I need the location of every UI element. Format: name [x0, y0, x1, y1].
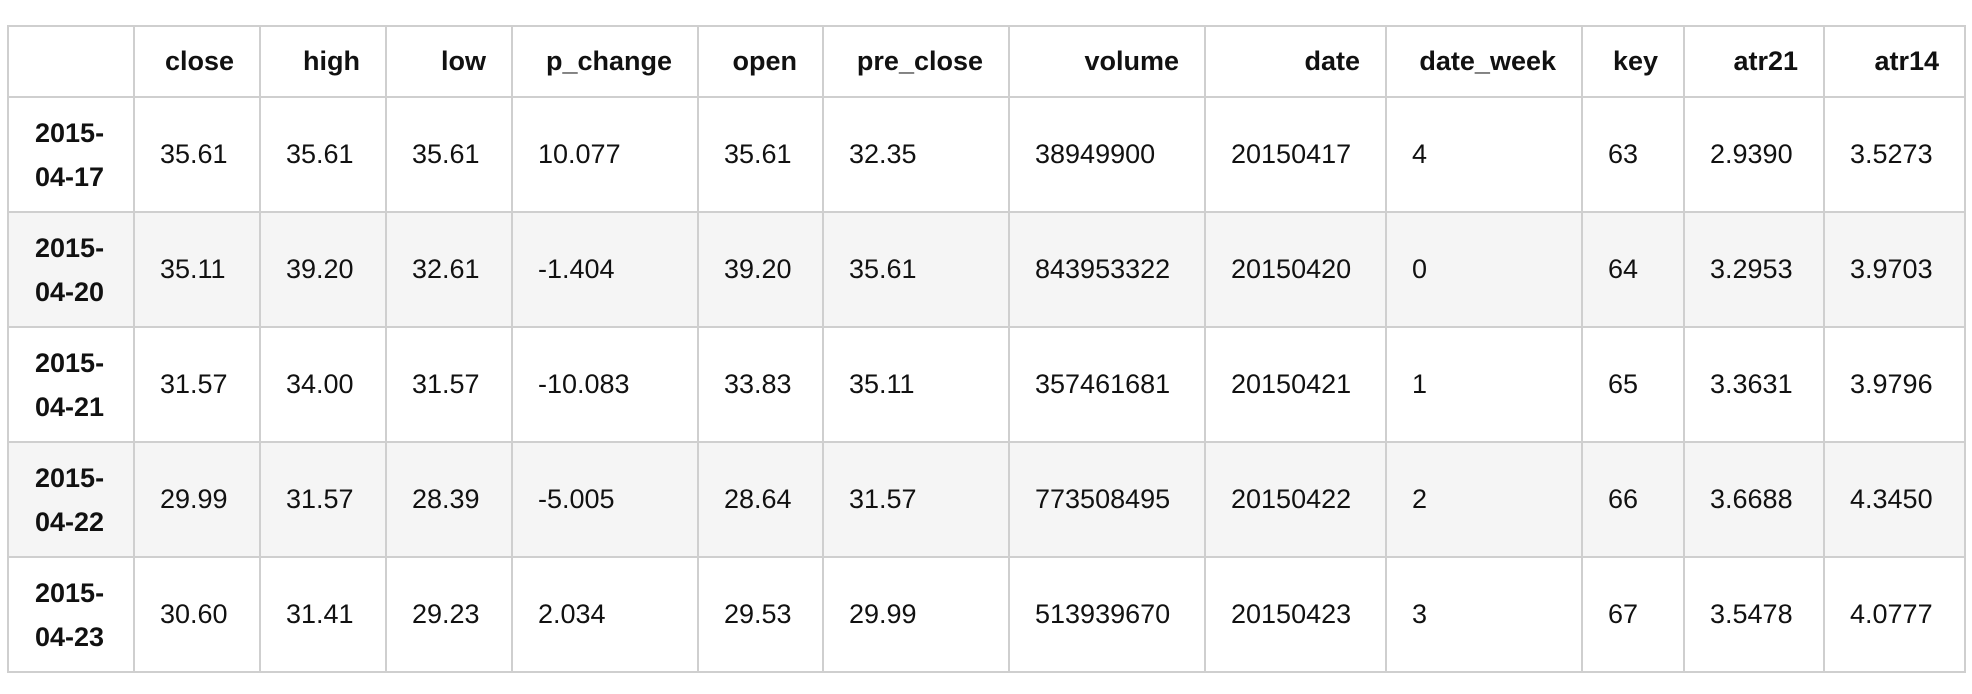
cell-volume: 843953322	[1008, 211, 1206, 328]
column-header-date-week: date_week	[1385, 25, 1583, 98]
row-index-part: 2015-	[35, 577, 105, 608]
row-index-part: 04-22	[35, 506, 105, 537]
row-index-part: 04-21	[35, 391, 105, 422]
column-header-volume: volume	[1008, 25, 1206, 98]
cell-high: 34.00	[259, 326, 387, 443]
cell-high: 31.57	[259, 441, 387, 558]
row-index-part: 2015-	[35, 117, 105, 148]
cell-atr21: 3.5478	[1683, 556, 1825, 673]
cell-p-change: 2.034	[511, 556, 699, 673]
cell-key: 65	[1581, 326, 1685, 443]
column-header-date: date	[1204, 25, 1387, 98]
cell-open: 28.64	[697, 441, 824, 558]
table-row: 2015- 04-23 30.60 31.41 29.23 2.034 29.53 29.99…	[7, 556, 1966, 673]
cell-atr14: 3.9703	[1823, 211, 1966, 328]
table-body: 2015- 04-17 35.61 35.61 35.61 10.077 35.61 32.3…	[7, 96, 1966, 673]
cell-p-change: -5.005	[511, 441, 699, 558]
cell-date-week: 3	[1385, 556, 1583, 673]
cell-open: 33.83	[697, 326, 824, 443]
column-header-p-change: p_change	[511, 25, 699, 98]
cell-low: 31.57	[385, 326, 513, 443]
cell-date: 20150417	[1204, 96, 1387, 213]
row-index: 2015- 04-21	[7, 326, 135, 443]
row-index-part: 04-20	[35, 276, 105, 307]
cell-low: 32.61	[385, 211, 513, 328]
index-header	[7, 25, 135, 98]
dataframe-table: close high low p_change open pre_close v…	[7, 25, 1966, 673]
column-header-high: high	[259, 25, 387, 98]
cell-atr14: 4.0777	[1823, 556, 1966, 673]
cell-close: 35.61	[133, 96, 261, 213]
column-header-close: close	[133, 25, 261, 98]
row-index: 2015- 04-20	[7, 211, 135, 328]
dataframe-container: close high low p_change open pre_close v…	[7, 25, 1966, 673]
table-row: 2015- 04-22 29.99 31.57 28.39 -5.005 28.64 31.5…	[7, 441, 1966, 558]
cell-atr21: 3.3631	[1683, 326, 1825, 443]
column-header-pre-close: pre_close	[822, 25, 1010, 98]
cell-volume: 38949900	[1008, 96, 1206, 213]
table-row: 2015- 04-21 31.57 34.00 31.57 -10.083 33.83 35.…	[7, 326, 1966, 443]
cell-date-week: 1	[1385, 326, 1583, 443]
cell-atr21: 3.2953	[1683, 211, 1825, 328]
cell-pre-close: 29.99	[822, 556, 1010, 673]
cell-date: 20150421	[1204, 326, 1387, 443]
cell-volume: 513939670	[1008, 556, 1206, 673]
cell-date-week: 0	[1385, 211, 1583, 328]
cell-date-week: 2	[1385, 441, 1583, 558]
cell-key: 64	[1581, 211, 1685, 328]
cell-open: 35.61	[697, 96, 824, 213]
cell-date-week: 4	[1385, 96, 1583, 213]
row-index-part: 04-23	[35, 621, 105, 652]
table-row: 2015- 04-17 35.61 35.61 35.61 10.077 35.61 32.3…	[7, 96, 1966, 213]
cell-close: 29.99	[133, 441, 261, 558]
table-row: 2015- 04-20 35.11 39.20 32.61 -1.404 39.20 35.6…	[7, 211, 1966, 328]
cell-open: 39.20	[697, 211, 824, 328]
cell-p-change: -1.404	[511, 211, 699, 328]
cell-atr21: 3.6688	[1683, 441, 1825, 558]
cell-pre-close: 35.11	[822, 326, 1010, 443]
cell-atr21: 2.9390	[1683, 96, 1825, 213]
cell-atr14: 3.5273	[1823, 96, 1966, 213]
header-row: close high low p_change open pre_close v…	[7, 25, 1966, 98]
row-index-part: 2015-	[35, 347, 105, 378]
cell-open: 29.53	[697, 556, 824, 673]
cell-p-change: -10.083	[511, 326, 699, 443]
cell-low: 28.39	[385, 441, 513, 558]
column-header-atr21: atr21	[1683, 25, 1825, 98]
cell-date: 20150420	[1204, 211, 1387, 328]
row-index: 2015- 04-22	[7, 441, 135, 558]
cell-pre-close: 32.35	[822, 96, 1010, 213]
cell-volume: 357461681	[1008, 326, 1206, 443]
column-header-open: open	[697, 25, 824, 98]
column-header-atr14: atr14	[1823, 25, 1966, 98]
cell-pre-close: 31.57	[822, 441, 1010, 558]
cell-pre-close: 35.61	[822, 211, 1010, 328]
cell-key: 63	[1581, 96, 1685, 213]
cell-date: 20150422	[1204, 441, 1387, 558]
cell-low: 29.23	[385, 556, 513, 673]
cell-atr14: 3.9796	[1823, 326, 1966, 443]
cell-p-change: 10.077	[511, 96, 699, 213]
row-index: 2015- 04-17	[7, 96, 135, 213]
column-header-key: key	[1581, 25, 1685, 98]
cell-key: 66	[1581, 441, 1685, 558]
cell-high: 35.61	[259, 96, 387, 213]
cell-high: 39.20	[259, 211, 387, 328]
row-index: 2015- 04-23	[7, 556, 135, 673]
cell-close: 30.60	[133, 556, 261, 673]
cell-date: 20150423	[1204, 556, 1387, 673]
cell-key: 67	[1581, 556, 1685, 673]
cell-atr14: 4.3450	[1823, 441, 1966, 558]
column-header-low: low	[385, 25, 513, 98]
cell-low: 35.61	[385, 96, 513, 213]
row-index-part: 2015-	[35, 232, 105, 263]
row-index-part: 2015-	[35, 462, 105, 493]
cell-close: 35.11	[133, 211, 261, 328]
cell-volume: 773508495	[1008, 441, 1206, 558]
cell-high: 31.41	[259, 556, 387, 673]
row-index-part: 04-17	[35, 161, 105, 192]
cell-close: 31.57	[133, 326, 261, 443]
